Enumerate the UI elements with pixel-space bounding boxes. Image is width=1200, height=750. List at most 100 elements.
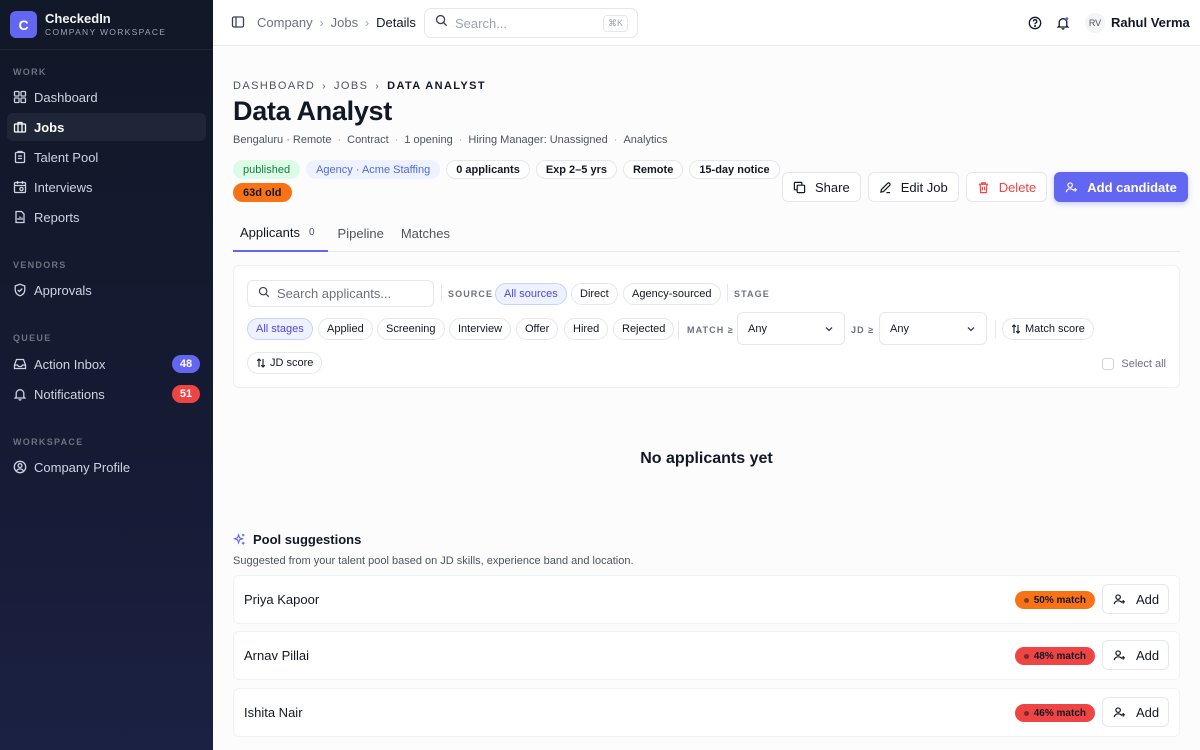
sidebar-item-label: Dashboard: [34, 89, 98, 105]
match-select[interactable]: Any: [737, 312, 845, 345]
help-icon[interactable]: [1028, 16, 1042, 30]
add-candidate-button[interactable]: Add: [1102, 584, 1169, 614]
add-candidate-button[interactable]: Add: [1102, 697, 1169, 727]
candidate-name: Arnav Pillai: [244, 648, 310, 663]
chevron-right-icon: ›: [322, 80, 328, 92]
job-actions: Share Edit Job Delete Add candidate: [782, 172, 1188, 202]
tab-pipeline[interactable]: Pipeline: [331, 215, 391, 252]
filter-all-sources[interactable]: All sources: [495, 283, 567, 305]
sidebar-item-company-profile[interactable]: Company Profile: [7, 453, 206, 481]
chevron-right-icon: ›: [375, 80, 381, 92]
filter-applied[interactable]: Applied: [318, 318, 373, 340]
bell-icon: [13, 387, 27, 401]
sidebar-item-label: Action Inbox: [34, 356, 106, 372]
sidebar-item-reports[interactable]: Reports: [7, 203, 206, 231]
filter-offer[interactable]: Offer: [516, 318, 559, 340]
match-badge: 46% match: [1014, 704, 1095, 722]
divider: [995, 320, 996, 338]
match-badge: 50% match: [1014, 591, 1095, 609]
search-icon: [435, 14, 448, 32]
list-item: Priya Kapoor 50% match Add: [233, 575, 1180, 624]
source-label: SOURCE: [448, 289, 494, 299]
sidebar-item-label: Interviews: [34, 179, 93, 195]
grid-icon: [13, 90, 27, 104]
sidebar-item-approvals[interactable]: Approvals: [7, 276, 206, 304]
sort-icon: [256, 358, 266, 368]
pool-title: Pool suggestions: [233, 532, 361, 547]
search-input[interactable]: [455, 15, 595, 31]
work-mode-badge: Remote: [622, 160, 684, 179]
delete-button[interactable]: Delete: [965, 172, 1048, 202]
sidebar-item-label: Jobs: [34, 119, 65, 135]
job-openings: 1 opening: [404, 134, 453, 146]
tab-applicants[interactable]: Applicants 0: [233, 215, 328, 252]
job-meta: Bengaluru · Remote · Contract · 1 opening ·…: [233, 134, 668, 146]
sidebar-toggle-icon[interactable]: [231, 15, 245, 29]
brand-logo: C: [10, 11, 37, 38]
share-button[interactable]: Share: [782, 172, 861, 202]
sidebar-item-notifications[interactable]: Notifications 51: [7, 380, 206, 408]
avatar[interactable]: RV: [1085, 13, 1105, 33]
sort-jd-score-button[interactable]: JD score: [247, 352, 323, 374]
filter-hired[interactable]: Hired: [564, 318, 609, 340]
filter-agency-sourced[interactable]: Agency-sourced: [623, 283, 721, 305]
trash-icon: [978, 181, 988, 193]
pencil-icon: [879, 181, 891, 193]
user-name[interactable]: Rahul Verma: [1111, 15, 1190, 30]
breadcrumb-jobs[interactable]: Jobs: [331, 15, 358, 30]
pool-subtitle: Suggested from your talent pool based on…: [233, 555, 634, 567]
status-badge: published: [233, 160, 301, 179]
job-department: Analytics: [623, 134, 668, 146]
shield-check-icon: [13, 283, 27, 297]
applicant-search-input[interactable]: [277, 286, 427, 301]
job-location: Bengaluru · Remote: [233, 134, 332, 146]
select-all-checkbox[interactable]: [1102, 358, 1115, 370]
divider: [441, 284, 442, 302]
sidebar-item-talent-pool[interactable]: Talent Pool: [7, 143, 206, 171]
filter-direct[interactable]: Direct: [571, 283, 618, 305]
action-inbox-badge: 48: [172, 355, 200, 373]
sidebar-item-label: Approvals: [34, 282, 92, 298]
filter-interview[interactable]: Interview: [449, 318, 512, 340]
filter-rejected[interactable]: Rejected: [613, 318, 675, 340]
sidebar-item-interviews[interactable]: Interviews: [7, 173, 206, 201]
jd-select[interactable]: Any: [879, 312, 987, 345]
match-badge: 48% match: [1014, 647, 1095, 665]
sidebar-item-jobs[interactable]: Jobs: [7, 113, 206, 141]
inbox-icon: [13, 357, 27, 371]
add-candidate-button[interactable]: Add candidate: [1054, 172, 1188, 202]
sidebar-item-label: Notifications: [34, 386, 105, 402]
page-breadcrumb-jobs[interactable]: JOBS: [334, 80, 368, 92]
sidebar-item-dashboard[interactable]: Dashboard: [7, 83, 206, 111]
chevron-down-icon: [825, 327, 833, 332]
select-all[interactable]: Select all: [1102, 358, 1166, 370]
applicant-search[interactable]: [247, 280, 434, 307]
filter-screening[interactable]: Screening: [377, 318, 445, 340]
page-breadcrumb-current: DATA ANALYST: [387, 80, 486, 92]
copy-icon: [793, 181, 806, 193]
add-candidate-button[interactable]: Add: [1102, 640, 1169, 670]
job-type: Contract: [347, 134, 389, 146]
bell-icon[interactable]: [1056, 16, 1070, 30]
sidebar-item-action-inbox[interactable]: Action Inbox 48: [7, 350, 206, 378]
page-title: Data Analyst: [233, 96, 392, 126]
brand-subtitle: COMPANY WORKSPACE: [45, 27, 167, 37]
breadcrumb-company[interactable]: Company: [257, 15, 313, 30]
brand-name: CheckedIn: [45, 11, 111, 26]
candidate-name: Ishita Nair: [244, 705, 303, 720]
experience-badge: Exp 2–5 yrs: [535, 160, 617, 179]
empty-state: No applicants yet: [640, 450, 773, 467]
clipboard-icon: [13, 150, 27, 164]
section-label-vendors: VENDORS: [13, 260, 67, 270]
edit-job-button[interactable]: Edit Job: [867, 172, 959, 202]
sort-match-score-button[interactable]: Match score: [1002, 318, 1094, 340]
filter-all-stages[interactable]: All stages: [247, 318, 313, 340]
sidebar: C CheckedIn COMPANY WORKSPACE WORK Dashb…: [0, 0, 213, 750]
page-breadcrumb: DASHBOARD › JOBS › DATA ANALYST: [233, 80, 486, 92]
tab-matches[interactable]: Matches: [394, 215, 457, 252]
chevron-right-icon: ›: [365, 15, 370, 30]
page-breadcrumb-dashboard[interactable]: DASHBOARD: [233, 80, 315, 92]
notice-badge: 15-day notice: [689, 160, 780, 179]
search-shortcut: ⌘K: [602, 15, 628, 32]
global-search[interactable]: ⌘K: [424, 8, 638, 38]
